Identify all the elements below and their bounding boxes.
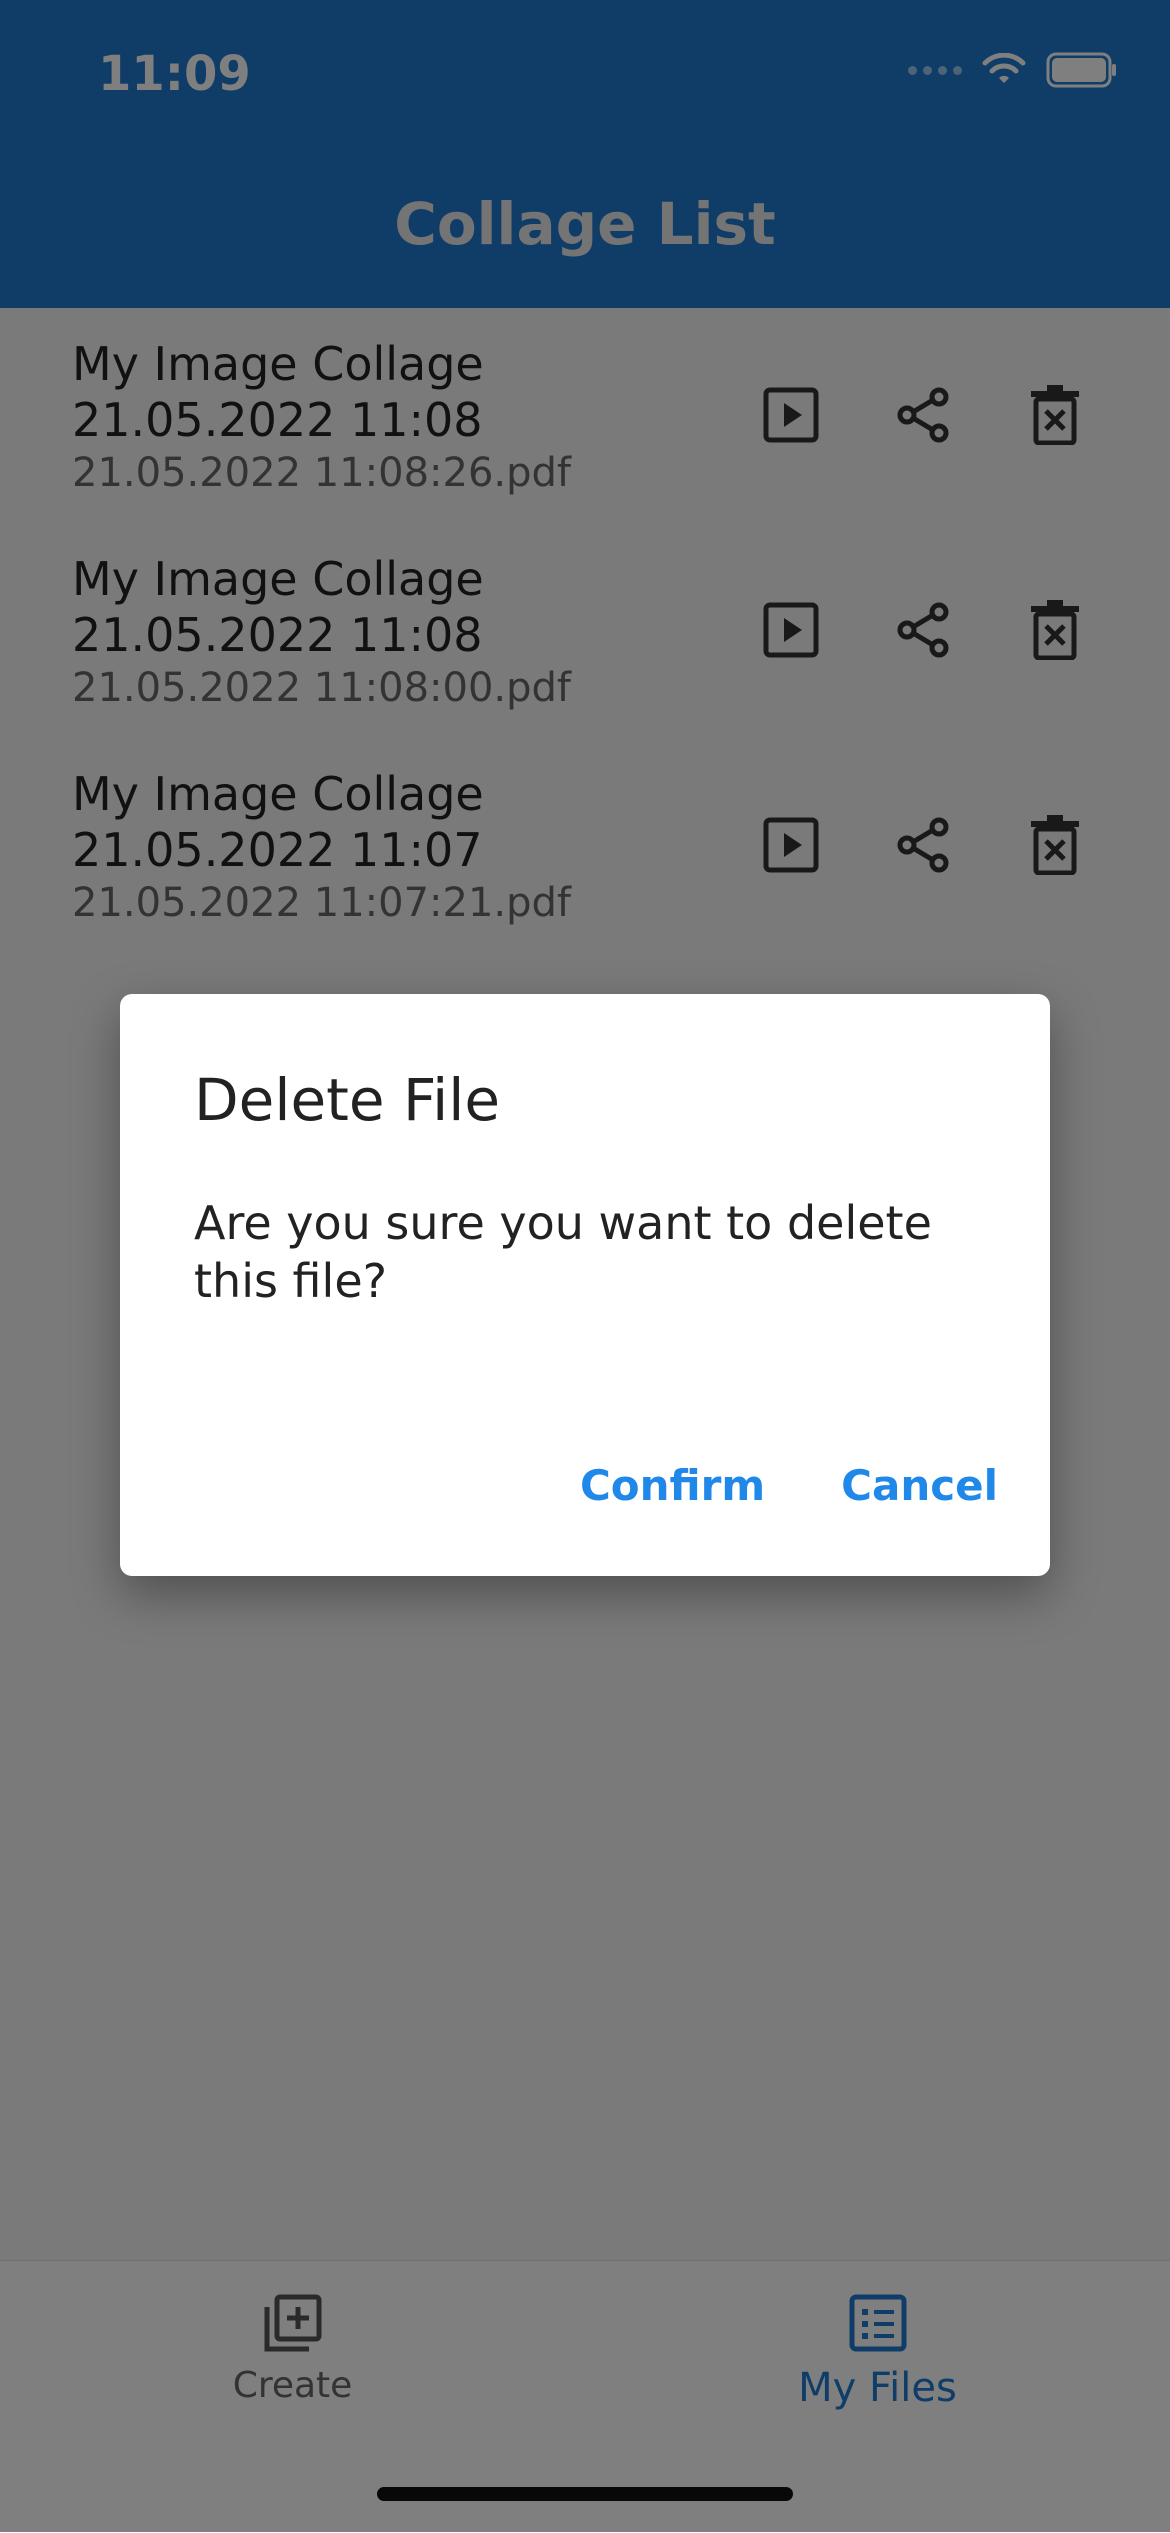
dialog-message: Are you sure you want to delete this fil… bbox=[194, 1196, 932, 1308]
cancel-button[interactable]: Cancel bbox=[841, 1461, 998, 1510]
delete-file-dialog: Delete File Are you sure you want to del… bbox=[120, 994, 1050, 1576]
dialog-title: Delete File bbox=[194, 1066, 501, 1134]
dialog-actions: Confirm Cancel bbox=[580, 1461, 998, 1510]
confirm-button[interactable]: Confirm bbox=[580, 1461, 765, 1510]
